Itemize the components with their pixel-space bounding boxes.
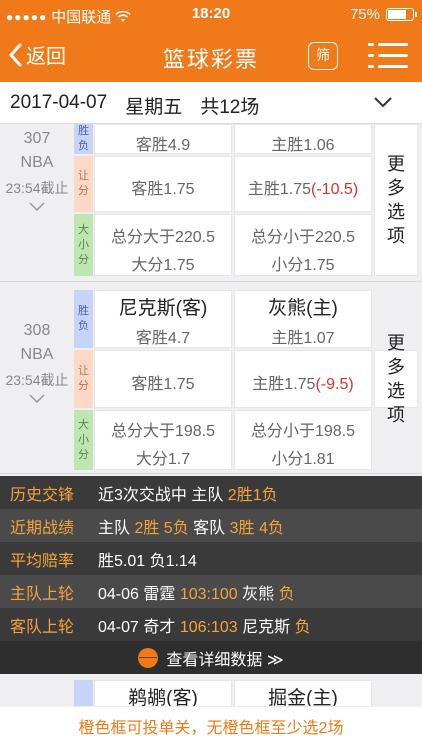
stat-label: 主队上轮 [10, 585, 75, 603]
page-title: 篮球彩票 [162, 47, 259, 72]
deadline: 23:54截止 [5, 180, 69, 196]
odd-value: 小分1.81 [271, 451, 335, 468]
filter-button[interactable]: 筛 [308, 42, 338, 70]
handicap-value: (-10.5) [311, 181, 359, 198]
more-options-button[interactable]: 更多选项 [374, 124, 418, 276]
stat-row-recent: 近期战绩 主队 2胜 5负 客队 3胜 4负 [0, 509, 422, 542]
battery-level [388, 10, 406, 19]
team-name: 尼克斯(客) [118, 298, 208, 319]
view-details-label: 查看详细数据 ≫ [166, 651, 284, 669]
match-count: 共12场 [200, 97, 260, 118]
league-name: NBA [20, 346, 54, 363]
stat-value: 2胜 5负 [134, 519, 189, 537]
odd-value: 客胜4.9 [135, 137, 191, 154]
match-info: 307 NBA 23:54截止 [0, 130, 74, 218]
stat-label: 历史交锋 [10, 486, 75, 504]
away-win-option[interactable]: 尼克斯(客) 客胜4.7 [94, 290, 232, 348]
stat-value: 负 [278, 585, 295, 603]
match-info: 308 NBA 23:54截止 [0, 322, 74, 410]
over-option[interactable]: 总分大于220.5 大分1.75 [94, 214, 232, 276]
stat-value: 2胜1负 [227, 486, 278, 504]
odd-value: 客胜4.7 [135, 330, 191, 347]
over-label: 总分大于198.5 [110, 423, 216, 440]
odd-value: 大分1.75 [131, 257, 195, 274]
stat-value: 3胜 4负 [229, 519, 284, 537]
team-name: 灰熊(主) [268, 298, 338, 319]
chevron-down-icon[interactable] [27, 392, 47, 406]
chevron-down-icon [374, 97, 392, 108]
match-card: 308 NBA 23:54截止 胜负 尼克斯(客) 客胜4.7 灰熊(主) 主胜1.… [0, 284, 422, 474]
odd-value: 主胜1.06 [271, 137, 335, 154]
match-card: 鹈鹕(客) 掘金(主) [0, 674, 422, 710]
status-bar: ●●●●● 中国联通 18:20 75% [0, 0, 422, 30]
match-number: 307 [23, 130, 51, 147]
stat-row-avg-odds: 平均赔率 胜5.01 负1.14 [0, 542, 422, 575]
stat-text: 04-06 雷霆 [98, 585, 180, 603]
stat-row-away-last: 客队上轮 04-07 奇才 106:103 尼克斯 负 [0, 608, 422, 641]
date-selector[interactable]: 2017-04-07 星期五 共12场 [0, 82, 422, 124]
under-label: 总分小于220.5 [250, 229, 356, 246]
stat-label: 平均赔率 [10, 552, 75, 570]
handicap-home-option[interactable]: 主胜1.75(-9.5) [234, 350, 372, 408]
stat-value: 103:100 [179, 585, 238, 603]
over-label: 总分大于220.5 [110, 229, 216, 246]
odd-value: 客胜1.75 [131, 376, 195, 393]
deadline: 23:54截止 [5, 372, 69, 388]
handicap-away-option[interactable]: 客胜1.75 [94, 156, 232, 212]
odd-value: 主胜1.75 [252, 376, 316, 393]
more-options-button[interactable]: 更多选项 [374, 333, 418, 425]
battery-icon [386, 8, 417, 21]
tag-total-points: 大小分 [74, 410, 93, 470]
handicap-away-option[interactable]: 客胜1.75 [94, 350, 232, 408]
odd-value: 主胜1.07 [271, 330, 335, 347]
stat-text: 胜5.01 负1.14 [98, 552, 197, 570]
nav-bar: 返回 篮球彩票 筛 [0, 30, 422, 82]
tag-win-lose: 胜负 [74, 290, 93, 348]
basketball-icon [138, 647, 159, 668]
handicap-value: (-9.5) [315, 376, 354, 393]
stat-value: 106:103 [179, 618, 238, 636]
league-name: NBA [20, 154, 54, 171]
stat-row-home-last: 主队上轮 04-06 雷霆 103:100 灰熊 负 [0, 575, 422, 608]
stat-row-history: 历史交锋 近3次交战中 主队 2胜1负 [0, 476, 422, 509]
stat-label: 近期战绩 [10, 519, 75, 537]
under-option[interactable]: 总分小于198.5 小分1.81 [234, 410, 372, 470]
under-label: 总分小于198.5 [250, 423, 356, 440]
tag-handicap: 让分 [74, 156, 93, 212]
stat-text: 04-07 奇才 [98, 618, 180, 636]
tag-win-lose: 胜负 [74, 124, 93, 154]
home-win-option[interactable]: 灰熊(主) 主胜1.07 [234, 290, 372, 348]
away-win-option[interactable]: 客胜4.9 [94, 124, 232, 154]
odd-value: 客胜1.75 [131, 181, 195, 198]
view-details-link[interactable]: 查看详细数据 ≫ [0, 641, 422, 674]
match-card: 307 NBA 23:54截止 胜负 客胜4.9 主胜1.06 让分 客胜1.7… [0, 124, 422, 282]
match-number: 308 [23, 322, 51, 339]
menu-icon[interactable] [368, 42, 408, 70]
match-stats-panel: 历史交锋 近3次交战中 主队 2胜1负 近期战绩 主队 2胜 5负 客队 3胜 … [0, 476, 422, 674]
stat-text: 客队 [188, 519, 230, 537]
battery-percent: 75% [349, 6, 380, 23]
weekday-text: 星期五 [125, 97, 183, 118]
stat-text: 近3次交战中 主队 [98, 486, 228, 504]
date-text: 2017-04-07 [10, 92, 108, 113]
tag-total-points: 大小分 [74, 214, 93, 276]
tag-handicap: 让分 [74, 350, 93, 408]
home-win-option[interactable]: 主胜1.06 [234, 124, 372, 154]
odd-value: 主胜1.75 [247, 181, 312, 198]
under-option[interactable]: 总分小于220.5 小分1.75 [234, 214, 372, 276]
stat-label: 客队上轮 [10, 618, 75, 636]
stat-text: 主队 [98, 519, 135, 537]
odd-value: 大分1.7 [135, 451, 191, 468]
handicap-home-option[interactable]: 主胜1.75(-10.5) [234, 156, 372, 212]
stat-text: 灰熊 [237, 585, 279, 603]
odd-value: 小分1.75 [271, 257, 335, 274]
stat-value: 负 [294, 618, 311, 636]
stat-text: 尼克斯 [237, 618, 295, 636]
over-option[interactable]: 总分大于198.5 大分1.7 [94, 410, 232, 470]
footer-hint: 橙色框可投单关，无橙色框至少选2场 [0, 706, 422, 750]
chevron-down-icon[interactable] [27, 200, 47, 214]
